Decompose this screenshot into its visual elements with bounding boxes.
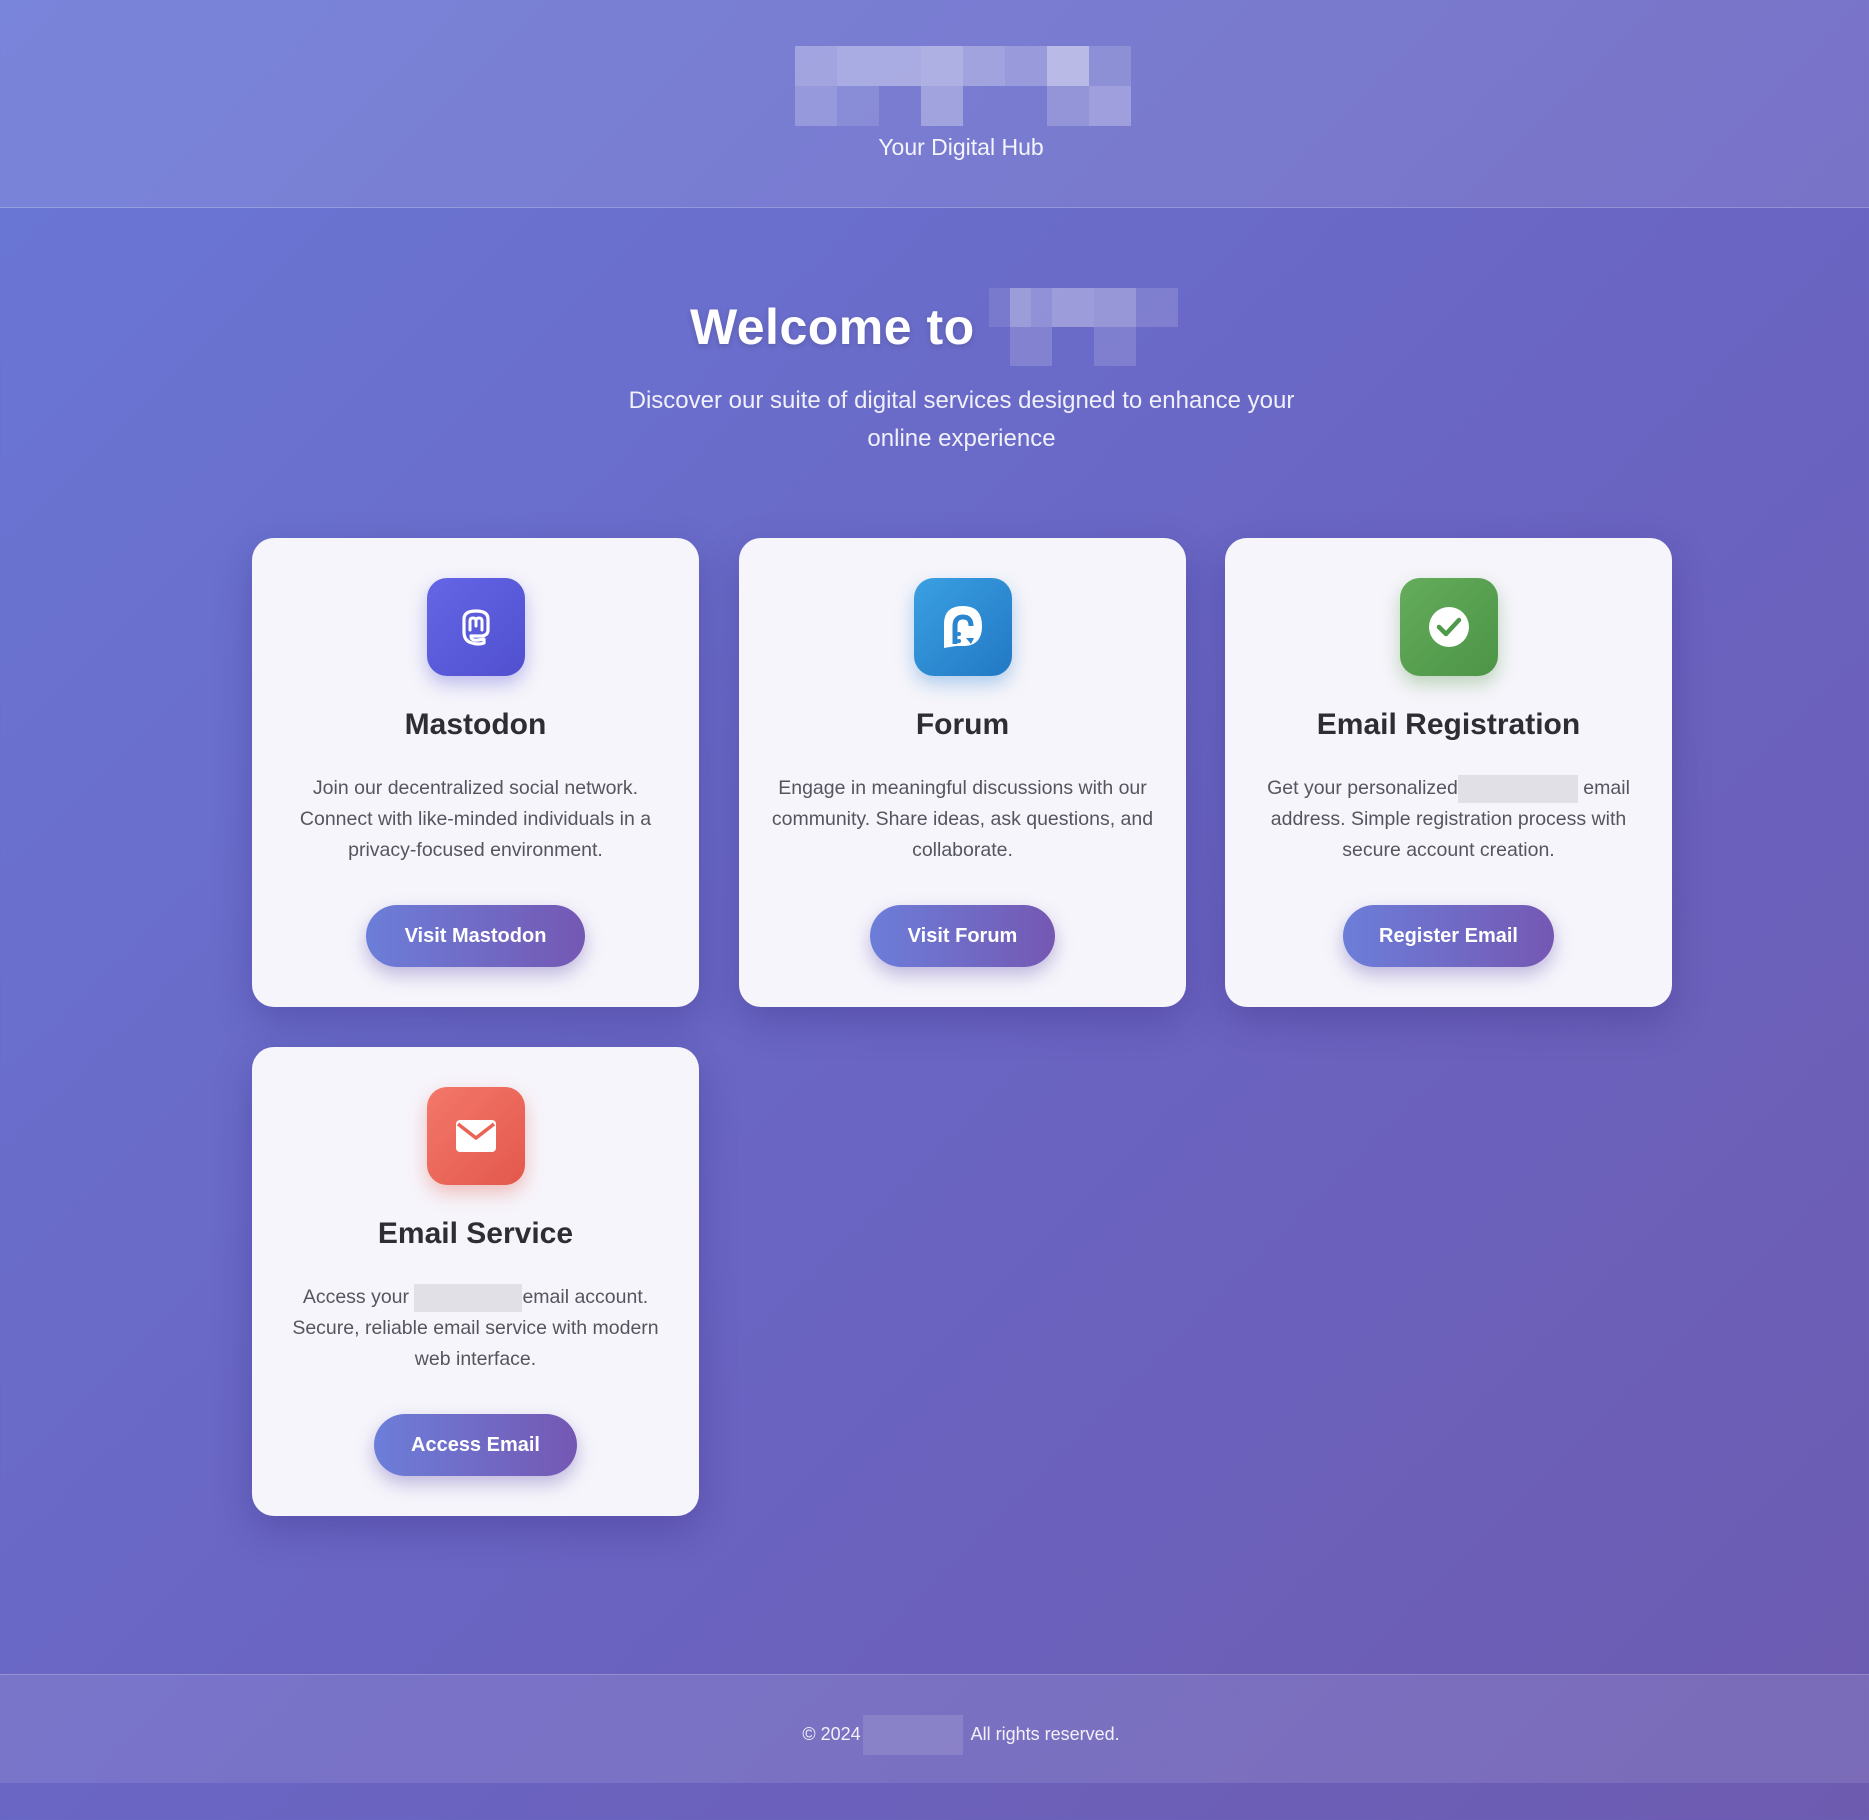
access-email-button[interactable]: Access Email bbox=[374, 1414, 577, 1476]
footer-copyright: © 2024 All rights reserved. bbox=[0, 1715, 1869, 1755]
copyright-year: © 2024 bbox=[802, 1723, 861, 1744]
register-email-button[interactable]: Register Email bbox=[1343, 905, 1554, 967]
site-header: Your Digital Hub bbox=[0, 0, 1869, 208]
card-description: Join our decentralized social network. C… bbox=[299, 777, 652, 861]
mastodon-icon bbox=[462, 609, 490, 646]
forum-icon bbox=[944, 606, 982, 648]
card-description: Get your personalized email address. Sim… bbox=[1255, 773, 1642, 866]
hero-title: Welcome to bbox=[0, 288, 1869, 370]
email-service-icon-tile bbox=[427, 1087, 525, 1185]
rights-text: All rights reserved. bbox=[970, 1723, 1120, 1744]
visit-forum-button[interactable]: Visit Forum bbox=[870, 905, 1055, 967]
card-title: Mastodon bbox=[404, 708, 547, 741]
site-logo[interactable] bbox=[795, 46, 1131, 126]
envelope-icon bbox=[456, 1120, 496, 1152]
site-tagline: Your Digital Hub bbox=[878, 134, 1044, 160]
card-title: Email Service bbox=[377, 1217, 574, 1250]
card-description-start: Access your bbox=[302, 1286, 410, 1308]
visit-mastodon-button[interactable]: Visit Mastodon bbox=[366, 905, 585, 967]
forum-icon-tile bbox=[914, 578, 1012, 676]
service-card-forum: Forum Engage in meaningful discussions w… bbox=[739, 538, 1186, 1007]
hero-title-text: Welcome to bbox=[689, 299, 975, 356]
service-card-email-service: Email Service Access your email account.… bbox=[252, 1047, 699, 1516]
hero-brand-redacted bbox=[989, 286, 1179, 366]
service-card-mastodon: Mastodon Join our decentralized social n… bbox=[252, 538, 699, 1007]
service-card-email-registration: Email Registration Get your personalized… bbox=[1225, 538, 1672, 1007]
card-description-start: Get your personalized bbox=[1267, 777, 1458, 799]
card-title: Forum bbox=[915, 708, 1010, 741]
check-circle-icon bbox=[1429, 607, 1469, 647]
footer-brand-redacted bbox=[862, 1715, 963, 1755]
site-footer: © 2024 All rights reserved. bbox=[0, 1674, 1869, 1783]
redacted-domain bbox=[1457, 774, 1578, 803]
card-title: Email Registration bbox=[1316, 708, 1581, 741]
email-registration-icon-tile bbox=[1400, 578, 1498, 676]
redacted-domain bbox=[414, 1283, 523, 1312]
card-description: Access your email account. Secure, relia… bbox=[282, 1282, 669, 1375]
mastodon-icon-tile bbox=[427, 578, 525, 676]
hero-subtitle: Discover our suite of digital services d… bbox=[628, 387, 1295, 452]
card-description: Engage in meaningful discussions with ou… bbox=[771, 777, 1154, 861]
